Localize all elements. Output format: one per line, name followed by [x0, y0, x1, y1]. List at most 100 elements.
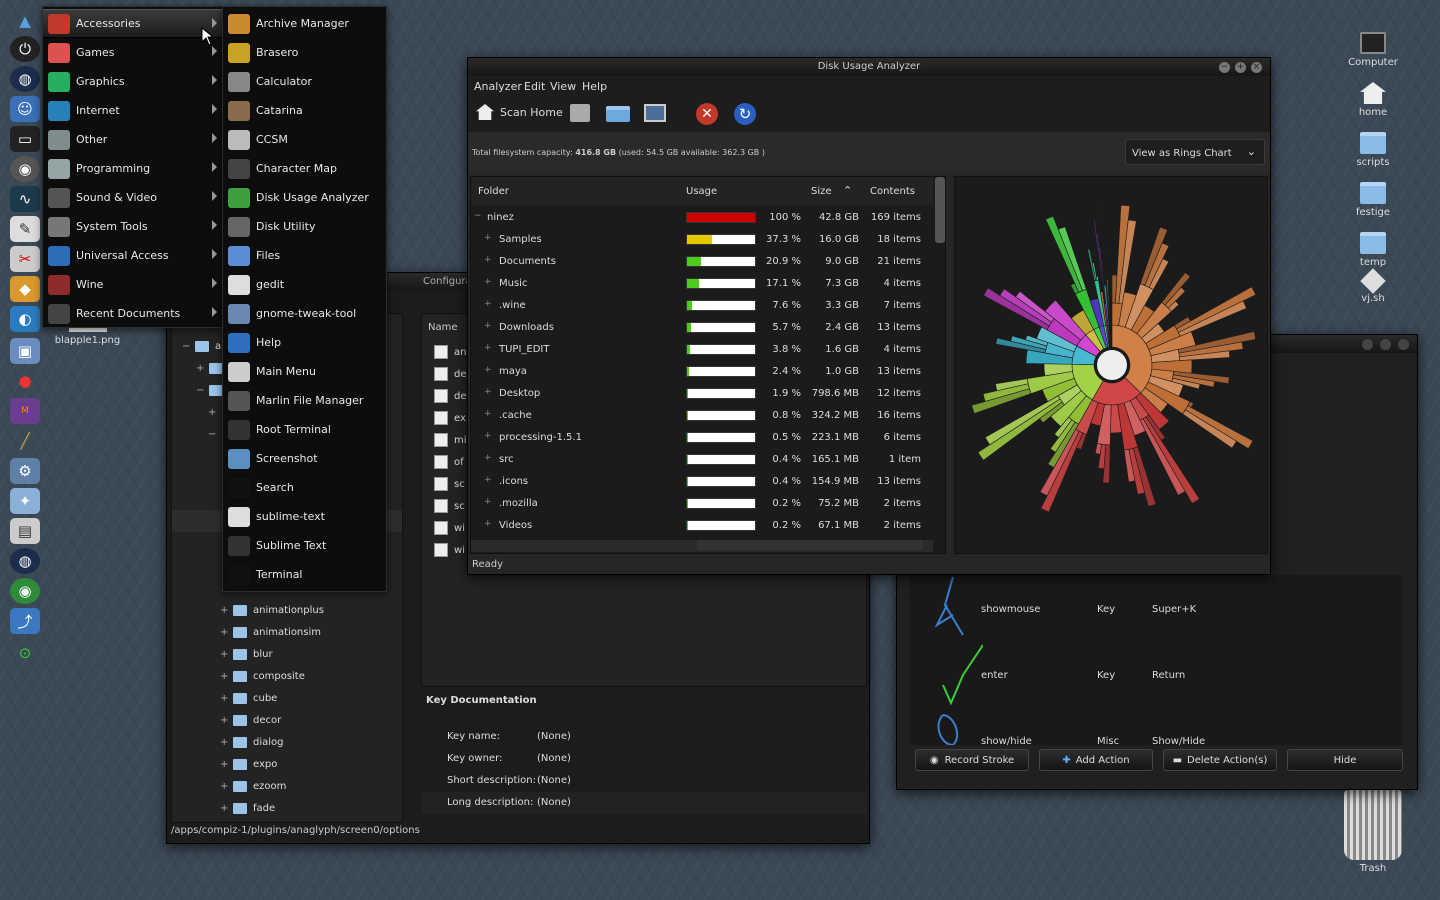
- view-select[interactable]: View as Rings Chart ⌄: [1125, 139, 1265, 165]
- table-row[interactable]: + src 0.4 % 165.1 MB 1 item: [471, 449, 933, 471]
- menu-item-app[interactable]: Terminal: [223, 560, 386, 589]
- menu-help[interactable]: Help: [582, 80, 607, 93]
- menu-item-app[interactable]: sublime-text: [223, 502, 386, 531]
- table-row[interactable]: + Samples 37.3 % 16.0 GB 18 items: [471, 229, 933, 251]
- tree-row[interactable]: + animationplus: [220, 600, 450, 622]
- desktop-icon-home[interactable]: home: [1338, 82, 1408, 118]
- menu-item-app[interactable]: Marlin File Manager: [223, 386, 386, 415]
- desktop-icon-trash[interactable]: Trash: [1338, 790, 1408, 874]
- monitor-icon[interactable]: ∿: [10, 186, 40, 212]
- tree-row[interactable]: + animationsim: [220, 622, 450, 644]
- mame-icon[interactable]: M: [10, 398, 40, 424]
- tree-row[interactable]: + decor: [220, 710, 450, 732]
- camera-icon[interactable]: ▤: [10, 518, 40, 544]
- expander-icon[interactable]: +: [484, 299, 492, 309]
- menu-item-category[interactable]: Universal Access: [43, 241, 223, 270]
- delete-action-button[interactable]: ▬ Delete Action(s): [1163, 749, 1277, 771]
- menu-item-category[interactable]: Games: [43, 38, 223, 67]
- menu-item-app[interactable]: Calculator: [223, 67, 386, 96]
- expander-icon[interactable]: +: [484, 343, 492, 353]
- expander-icon[interactable]: +: [484, 409, 492, 419]
- menu-item-app[interactable]: Disk Utility: [223, 212, 386, 241]
- close-icon[interactable]: ×: [1251, 62, 1262, 73]
- gesture-icon[interactable]: ⤴: [10, 608, 40, 634]
- desktop-icon-scripts[interactable]: scripts: [1338, 132, 1408, 168]
- menu-item-app[interactable]: Help: [223, 328, 386, 357]
- scan-folder-icon[interactable]: [606, 106, 630, 122]
- menu-edit[interactable]: Edit: [524, 80, 545, 93]
- menu-item-category[interactable]: Accessories: [43, 9, 223, 38]
- minimize-icon[interactable]: −: [1219, 62, 1230, 73]
- expander-icon[interactable]: −: [474, 211, 482, 221]
- table-row[interactable]: − ninez 100 % 42.8 GB 169 items: [471, 207, 933, 229]
- menu-item-app[interactable]: Sublime Text: [223, 531, 386, 560]
- wand-icon[interactable]: ╱: [10, 428, 40, 454]
- menu-item-category[interactable]: Programming: [43, 154, 223, 183]
- table-row[interactable]: + Documents 20.9 % 9.0 GB 21 items: [471, 251, 933, 273]
- gesture-row[interactable]: showmouse Key Super+K: [909, 599, 1403, 621]
- text-editor-icon[interactable]: ✎: [10, 216, 40, 242]
- expander-icon[interactable]: +: [484, 255, 492, 265]
- desktop-icon-temp[interactable]: temp: [1338, 232, 1408, 268]
- ring-segment[interactable]: [1184, 405, 1254, 449]
- tree-row[interactable]: + fade: [220, 798, 450, 820]
- tree-row[interactable]: + blur: [220, 644, 450, 666]
- table-row[interactable]: + .cache 0.8 % 324.2 MB 16 items: [471, 405, 933, 427]
- menu-analyzer[interactable]: Analyzer: [474, 80, 522, 93]
- menu-item-app[interactable]: gnome-tweak-tool: [223, 299, 386, 328]
- desktop-icon-vjsh[interactable]: vj.sh: [1338, 268, 1408, 304]
- menu-item-category[interactable]: Wine: [43, 270, 223, 299]
- table-row[interactable]: + Desktop 1.9 % 798.6 MB 12 items: [471, 383, 933, 405]
- ring-segment[interactable]: [1096, 275, 1099, 281]
- column-usage[interactable]: Usage: [686, 186, 717, 197]
- stop-icon[interactable]: ✕: [696, 103, 718, 125]
- horizontal-scrollbar[interactable]: [471, 540, 933, 552]
- desktop-icon-computer[interactable]: Computer: [1338, 32, 1408, 68]
- applications-menu-icon[interactable]: ▲: [10, 8, 40, 34]
- expander-icon[interactable]: +: [484, 387, 492, 397]
- globe-icon[interactable]: ◍: [10, 66, 40, 92]
- table-row[interactable]: + .wine 7.6 % 3.3 GB 7 items: [471, 295, 933, 317]
- menu-item-app[interactable]: gedit: [223, 270, 386, 299]
- tree-row[interactable]: + expo: [220, 754, 450, 776]
- menu-item-app[interactable]: CCSM: [223, 125, 386, 154]
- expander-icon[interactable]: +: [484, 365, 492, 375]
- menu-view[interactable]: View: [550, 80, 576, 93]
- expander-icon[interactable]: +: [484, 475, 492, 485]
- usb-icon[interactable]: ●: [10, 368, 40, 394]
- browser-icon[interactable]: ◍: [10, 548, 40, 574]
- menu-item-app[interactable]: Files: [223, 241, 386, 270]
- column-contents[interactable]: Contents: [870, 186, 915, 197]
- record-stroke-button[interactable]: ◉ Record Stroke: [915, 749, 1029, 771]
- expander-icon[interactable]: +: [484, 453, 492, 463]
- expander-icon[interactable]: +: [484, 277, 492, 287]
- menu-item-category[interactable]: Graphics: [43, 67, 223, 96]
- expander-icon[interactable]: +: [484, 497, 492, 507]
- rings-chart[interactable]: [955, 177, 1269, 555]
- menu-item-app[interactable]: Catarina: [223, 96, 386, 125]
- gesture-row[interactable]: enter Key Return: [909, 665, 1403, 687]
- tools-icon[interactable]: ✂: [10, 246, 40, 272]
- column-folder[interactable]: Folder: [478, 186, 509, 197]
- expander-icon[interactable]: +: [484, 233, 492, 243]
- refresh-icon[interactable]: ↻: [734, 103, 756, 125]
- finder-icon[interactable]: ☺: [10, 96, 40, 122]
- table-row[interactable]: + .mozilla 0.2 % 75.2 MB 2 items: [471, 493, 933, 515]
- expander-icon[interactable]: +: [484, 431, 492, 441]
- table-row[interactable]: + Downloads 5.7 % 2.4 GB 13 items: [471, 317, 933, 339]
- tree-row[interactable]: + cube: [220, 688, 450, 710]
- image-viewer-icon[interactable]: ▣: [10, 338, 40, 364]
- menu-item-app[interactable]: Screenshot: [223, 444, 386, 473]
- table-row[interactable]: + TUPI_EDIT 3.8 % 1.6 GB 4 items: [471, 339, 933, 361]
- expander-icon[interactable]: +: [484, 519, 492, 529]
- name-column-header[interactable]: Name: [428, 322, 458, 333]
- scan-remote-icon[interactable]: [644, 104, 666, 122]
- ring-segment[interactable]: [1094, 443, 1102, 455]
- table-row[interactable]: + Music 17.1 % 7.3 GB 4 items: [471, 273, 933, 295]
- menu-item-app[interactable]: Disk Usage Analyzer: [223, 183, 386, 212]
- table-row[interactable]: + processing-1.5.1 0.5 % 223.1 MB 6 items: [471, 427, 933, 449]
- green-app-icon[interactable]: ◉: [10, 578, 40, 604]
- ring-center[interactable]: [1097, 350, 1127, 380]
- gesture-row[interactable]: show/hide Misc Show/Hide: [909, 731, 1403, 745]
- drawing-icon[interactable]: ✦: [10, 488, 40, 514]
